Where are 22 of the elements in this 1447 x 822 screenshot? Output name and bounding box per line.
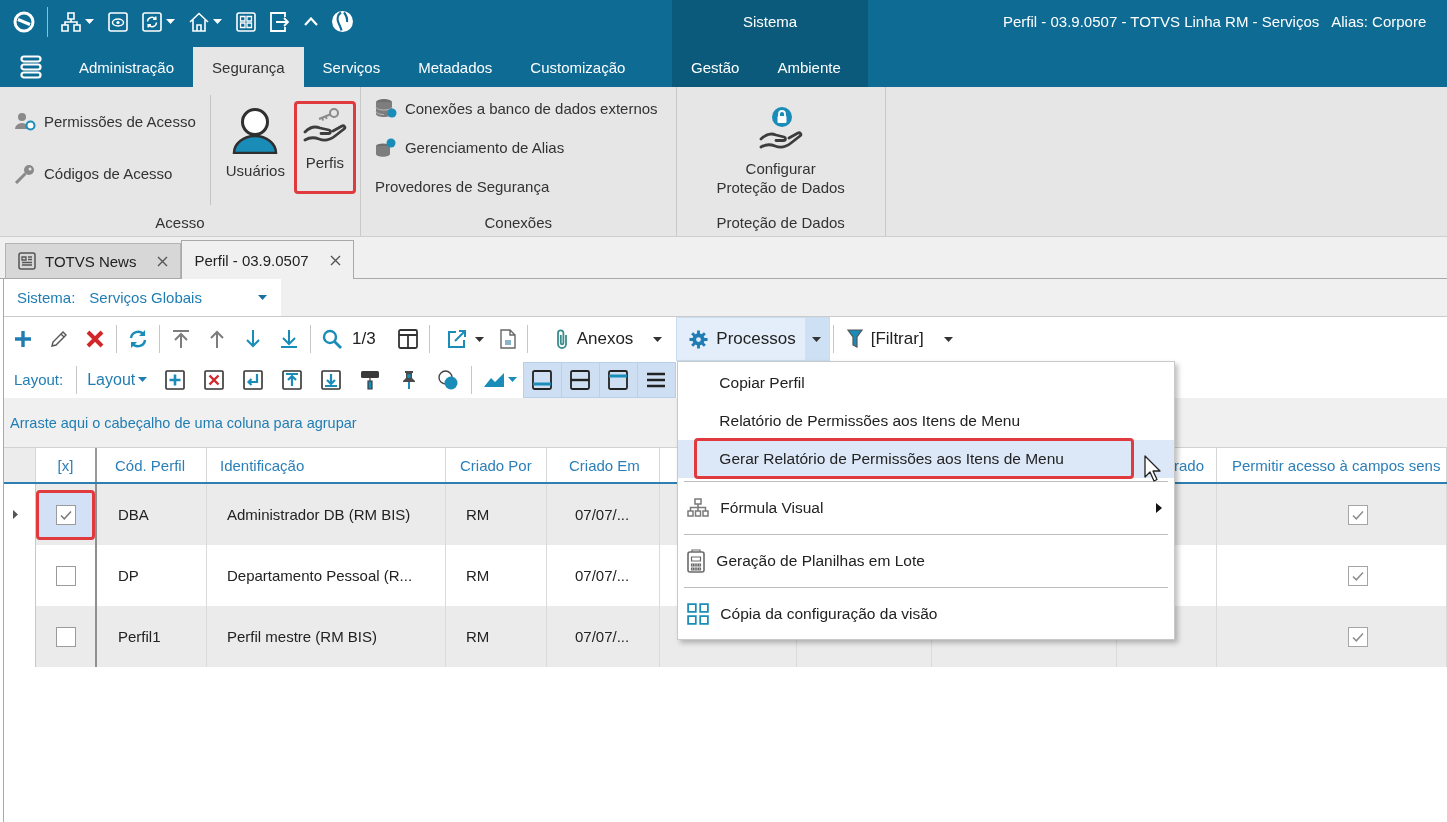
context-group-label: Sistema <box>741 12 799 32</box>
ribbon-group-label: Acesso <box>154 212 206 233</box>
table-cell: Perfil1 <box>118 628 161 645</box>
table-cell: Administrador DB (RM BIS) <box>227 506 411 523</box>
table-cell: RM <box>466 567 490 584</box>
table-cell: DBA <box>118 506 149 523</box>
table-cell: RM <box>466 506 490 523</box>
table-cell: Departamento Pessoal (R... <box>227 567 413 584</box>
ribbon-group-label: Proteção de Dados <box>715 212 846 233</box>
table-cell: RM <box>466 628 490 645</box>
table-cell: DP <box>118 567 139 584</box>
table-cell: Perfil mestre (RM BIS) <box>227 628 377 645</box>
layout-label: Layout: <box>14 371 64 388</box>
table-cell: 07/07/... <box>575 567 630 584</box>
group-by-hint: Arraste aqui o cabeçalho de uma coluna para agrupar <box>10 414 357 431</box>
table-cell: 07/07/... <box>575 628 630 645</box>
table-cell: 07/07/... <box>575 506 630 523</box>
alias-label: Alias: Corpore <box>1331 13 1427 30</box>
ribbon-group-label: Conexões <box>483 212 554 233</box>
record-counter: 1/3 <box>352 329 376 349</box>
field-label: Sistema: <box>17 289 76 306</box>
window-title: Perfil - 03.9.0507 - TOTVS Linha RM - Serviços <box>1003 13 1320 30</box>
